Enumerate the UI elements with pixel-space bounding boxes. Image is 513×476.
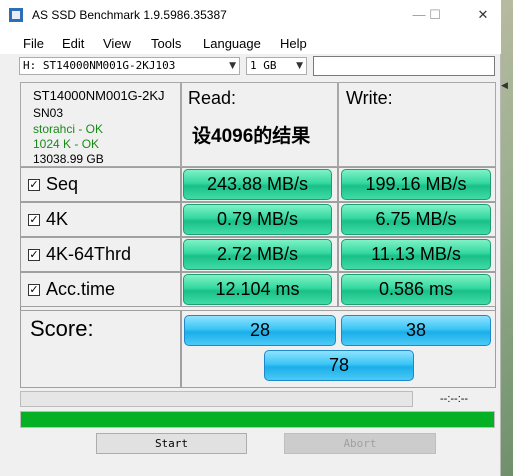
menu-file[interactable]: File [23, 36, 44, 51]
4k64-write-value: 11.13 MB/s [341, 239, 491, 270]
score-write: 38 [341, 315, 491, 346]
drive-select-value: H: ST14000NM001G-2KJ103 [23, 59, 176, 72]
seq-write-value: 199.16 MB/s [341, 169, 491, 200]
4k-write-value: 6.75 MB/s [341, 204, 491, 235]
menu-language[interactable]: Language [203, 36, 261, 51]
drive-model: ST14000NM001G-2KJ [33, 88, 165, 103]
4k-checkbox[interactable]: ✓ [28, 214, 40, 226]
size-select-value: 1 GB [250, 59, 277, 72]
annotation-text: 设4096的结果 [192, 126, 311, 147]
window-title: AS SSD Benchmark 1.9.5986.35387 [32, 8, 227, 22]
score-label-cell: Score: [20, 310, 181, 388]
row-acc-label-cell: ✓ Acc.time [20, 272, 181, 307]
drive-capacity: 13038.99 GB [33, 152, 104, 166]
seq-checkbox[interactable]: ✓ [28, 179, 40, 191]
seq-read-value: 243.88 MB/s [183, 169, 332, 200]
4k-read-value: 0.79 MB/s [183, 204, 332, 235]
4k64-read-value: 2.72 MB/s [183, 239, 332, 270]
app-icon [9, 8, 23, 22]
chevron-down-icon: ▼ [296, 61, 303, 71]
title-bar: AS SSD Benchmark 1.9.5986.35387 — ☐ ✕ [0, 0, 501, 30]
menu-view[interactable]: View [103, 36, 131, 51]
read-header: Read: [188, 88, 237, 108]
total-progress-bar [20, 411, 495, 428]
start-button[interactable]: Start [96, 433, 247, 454]
scroll-arrow-icon[interactable]: ◀ [501, 80, 513, 92]
row-4k64-label-cell: ✓ 4K-64Thrd [20, 237, 181, 272]
notes-input[interactable] [313, 56, 495, 76]
acc-write-value: 0.586 ms [341, 274, 491, 305]
close-icon[interactable]: ✕ [468, 5, 498, 25]
driver-status: storahci - OK [33, 122, 104, 136]
abort-button[interactable]: Abort [284, 433, 436, 454]
menu-help[interactable]: Help [280, 36, 307, 51]
acc-read-value: 12.104 ms [183, 274, 332, 305]
score-total: 78 [264, 350, 414, 381]
drive-firmware: SN03 [33, 106, 64, 120]
score-read: 28 [184, 315, 336, 346]
4k-label: 4K [46, 209, 69, 229]
write-header: Write: [346, 88, 393, 108]
drive-info-cell: ST14000NM001G-2KJ SN03 storahci - OK 102… [20, 82, 181, 167]
row-4k-label-cell: ✓ 4K [20, 202, 181, 237]
menu-tools[interactable]: Tools [151, 36, 181, 51]
4k64-label: 4K-64Thrd [46, 244, 132, 264]
menu-edit[interactable]: Edit [62, 36, 84, 51]
seq-label: Seq [46, 174, 79, 194]
row-seq-label-cell: ✓ Seq [20, 167, 181, 202]
alignment-status: 1024 K - OK [33, 137, 100, 151]
total-progress-fill [21, 412, 494, 427]
elapsed-time: --:--:-- [440, 393, 469, 405]
drive-select[interactable]: H: ST14000NM001G-2KJ103 ▼ [19, 57, 240, 75]
4k64-checkbox[interactable]: ✓ [28, 249, 40, 261]
size-select[interactable]: 1 GB ▼ [246, 57, 307, 75]
chevron-down-icon: ▼ [229, 61, 236, 71]
acc-checkbox[interactable]: ✓ [28, 284, 40, 296]
test-progress-bar [20, 391, 413, 407]
maximize-icon[interactable]: ☐ [420, 5, 450, 25]
acc-label: Acc.time [46, 279, 116, 299]
score-label: Score: [30, 316, 94, 341]
menu-bar: File Edit View Tools Language Help [0, 30, 501, 54]
main-window: AS SSD Benchmark 1.9.5986.35387 — ☐ ✕ Fi… [0, 0, 501, 476]
